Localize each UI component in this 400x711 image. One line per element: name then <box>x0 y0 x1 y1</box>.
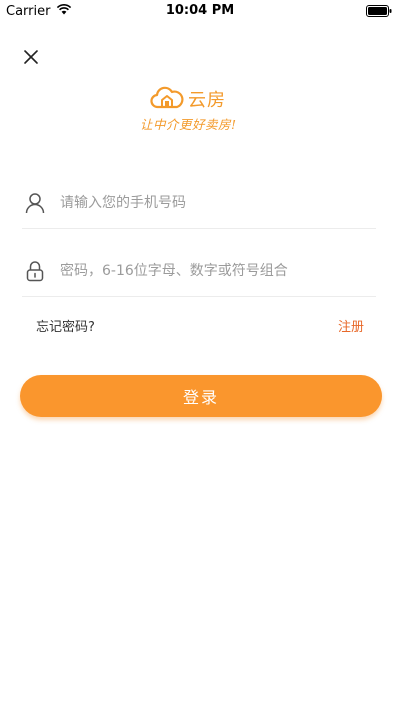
logo-slogan: 让中介更好卖房! <box>140 117 237 132</box>
logo-name: 云房 <box>188 90 226 111</box>
password-input[interactable] <box>58 262 362 280</box>
phone-input[interactable] <box>58 194 362 212</box>
status-bar: Carrier 10:04 PM <box>0 0 400 22</box>
lock-icon <box>22 258 48 284</box>
forgot-password-link[interactable]: 忘记密码? <box>36 316 95 335</box>
links-row: 忘记密码? 注册 <box>36 316 366 336</box>
app-logo: 云房 让中介更好卖房! <box>140 84 270 132</box>
close-button[interactable] <box>18 44 44 70</box>
user-icon <box>22 190 48 216</box>
cloud-house-icon <box>150 84 184 114</box>
phone-field <box>22 178 376 229</box>
login-button[interactable]: 登录 <box>20 375 382 417</box>
battery-icon <box>366 5 392 21</box>
register-link[interactable]: 注册 <box>338 316 364 335</box>
login-screen: Carrier 10:04 PM 云房 让中介更好卖房! 请输入您的手机号码 忘… <box>0 0 400 711</box>
password-field <box>22 246 376 297</box>
close-icon <box>24 50 38 64</box>
status-time: 10:04 PM <box>165 3 235 18</box>
